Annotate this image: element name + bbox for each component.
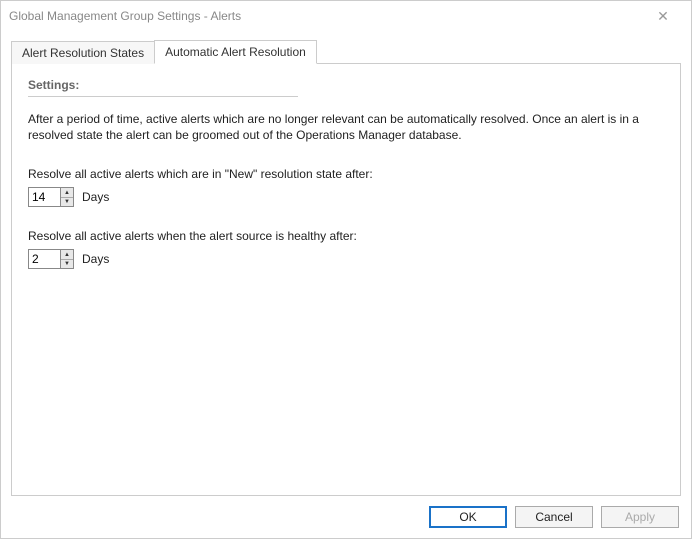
field1-input[interactable]	[28, 187, 60, 207]
section-underline	[28, 96, 298, 97]
tab-label: Automatic Alert Resolution	[165, 45, 306, 59]
cancel-button[interactable]: Cancel	[515, 506, 593, 528]
apply-button: Apply	[601, 506, 679, 528]
field1-spinner: ▲ ▼	[28, 187, 74, 207]
field2-input[interactable]	[28, 249, 60, 269]
window-title: Global Management Group Settings - Alert…	[9, 9, 643, 23]
titlebar: Global Management Group Settings - Alert…	[1, 1, 691, 31]
content-area: Alert Resolution States Automatic Alert …	[1, 31, 691, 496]
field2-row: ▲ ▼ Days	[28, 249, 664, 269]
spinner-down-icon[interactable]: ▼	[61, 260, 73, 269]
tab-alert-resolution-states[interactable]: Alert Resolution States	[11, 41, 155, 64]
tab-strip: Alert Resolution States Automatic Alert …	[11, 39, 681, 63]
field2-label: Resolve all active alerts when the alert…	[28, 229, 664, 243]
close-icon[interactable]: ✕	[643, 8, 683, 25]
field2-spinner-buttons: ▲ ▼	[60, 249, 74, 269]
tab-label: Alert Resolution States	[22, 46, 144, 60]
spinner-down-icon[interactable]: ▼	[61, 198, 73, 207]
spinner-up-icon[interactable]: ▲	[61, 188, 73, 198]
ok-button[interactable]: OK	[429, 506, 507, 528]
dialog-window: Global Management Group Settings - Alert…	[0, 0, 692, 539]
spinner-up-icon[interactable]: ▲	[61, 250, 73, 260]
field2-spinner: ▲ ▼	[28, 249, 74, 269]
field1-row: ▲ ▼ Days	[28, 187, 664, 207]
button-bar: OK Cancel Apply	[1, 496, 691, 538]
tab-automatic-alert-resolution[interactable]: Automatic Alert Resolution	[154, 40, 317, 64]
field1-label: Resolve all active alerts which are in "…	[28, 167, 664, 181]
tab-panel: Settings: After a period of time, active…	[11, 63, 681, 496]
help-text: After a period of time, active alerts wh…	[28, 111, 664, 143]
section-heading: Settings:	[28, 78, 664, 92]
field2-unit: Days	[82, 252, 109, 266]
field1-unit: Days	[82, 190, 109, 204]
field1-spinner-buttons: ▲ ▼	[60, 187, 74, 207]
